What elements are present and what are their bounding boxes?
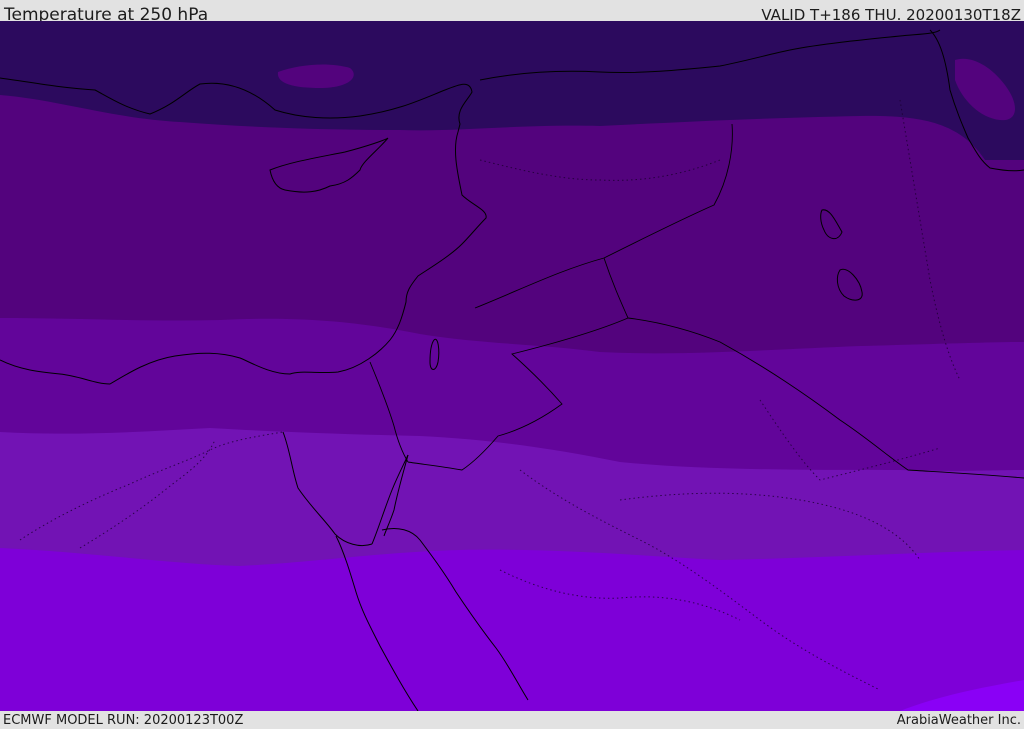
valid-time: VALID T+186 THU. 20200130T18Z xyxy=(761,6,1021,21)
map-canvas[interactable] xyxy=(0,21,1024,711)
header-bar: Temperature at 250 hPa VALID T+186 THU. … xyxy=(0,0,1024,21)
map-svg xyxy=(0,21,1024,711)
temp-band-5 xyxy=(0,548,1024,711)
footer-bar: ECMWF MODEL RUN: 20200123T00Z ArabiaWeat… xyxy=(0,711,1024,729)
credit-text: ArabiaWeather Inc. xyxy=(896,713,1021,728)
model-run: ECMWF MODEL RUN: 20200123T00Z xyxy=(3,713,244,728)
map-title: Temperature at 250 hPa xyxy=(4,5,209,21)
